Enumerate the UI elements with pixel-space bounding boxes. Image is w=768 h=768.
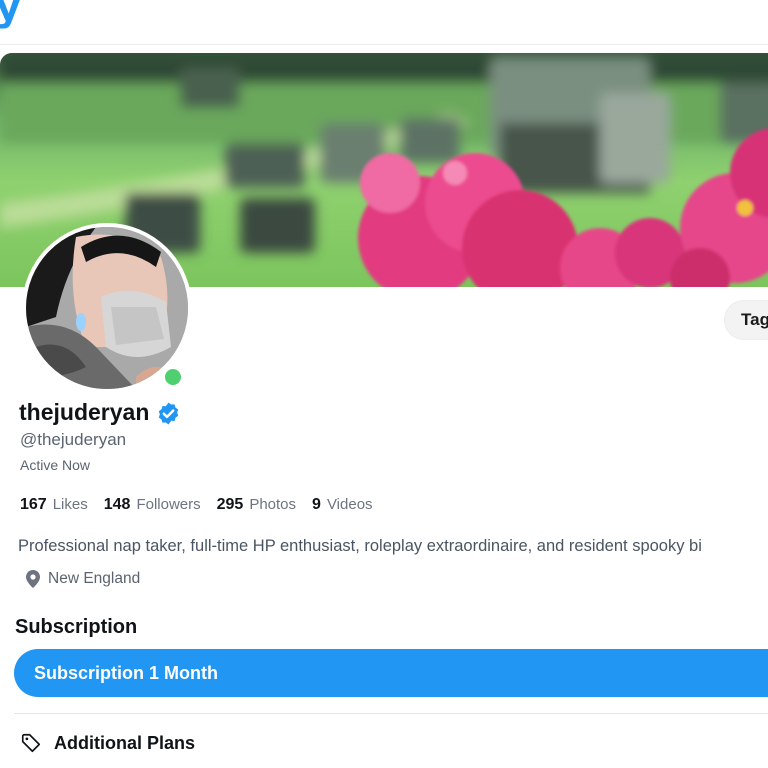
activity-status: Active Now bbox=[20, 457, 91, 473]
stat-label: Followers bbox=[136, 496, 201, 513]
stat-label: Videos bbox=[326, 496, 373, 513]
online-status-dot bbox=[162, 366, 184, 388]
section-divider bbox=[14, 713, 768, 714]
stat-likes: 167 Likes bbox=[20, 496, 88, 514]
location-label: New England bbox=[48, 570, 141, 587]
header-divider bbox=[0, 44, 768, 45]
profile-stats: 167 Likes 148 Followers 295 Photos 9 Videos bbox=[20, 496, 389, 514]
stat-value: 167 bbox=[20, 496, 47, 513]
additional-plans-toggle[interactable]: Additional Plans bbox=[20, 732, 195, 754]
stat-followers: 148 Followers bbox=[104, 496, 201, 514]
profile-location: New England bbox=[26, 570, 140, 588]
stat-label: Likes bbox=[52, 496, 88, 513]
subscription-heading: Subscription bbox=[15, 616, 138, 638]
stat-videos[interactable]: 9 Videos bbox=[312, 496, 373, 514]
price-tag-icon bbox=[21, 733, 41, 753]
subscribe-button[interactable]: Subscription 1 Month bbox=[14, 649, 768, 697]
stat-label: Photos bbox=[249, 496, 297, 513]
tags-button[interactable]: Tag bbox=[724, 300, 768, 340]
verified-badge-icon bbox=[156, 401, 181, 426]
additional-plans-label: Additional Plans bbox=[54, 732, 196, 753]
stat-photos[interactable]: 295 Photos bbox=[217, 496, 296, 514]
profile-bio: Professional nap taker, full-time HP ent… bbox=[18, 537, 702, 555]
stat-value: 148 bbox=[103, 496, 131, 513]
map-pin-icon bbox=[26, 570, 40, 588]
stat-value: 295 bbox=[216, 496, 244, 513]
avatar[interactable] bbox=[26, 227, 188, 389]
profile-handle: @thejuderyan bbox=[20, 430, 127, 449]
profile-display-name: thejuderyan bbox=[19, 399, 150, 425]
stat-value: 9 bbox=[312, 496, 321, 513]
site-logo[interactable]: y bbox=[0, 0, 21, 26]
